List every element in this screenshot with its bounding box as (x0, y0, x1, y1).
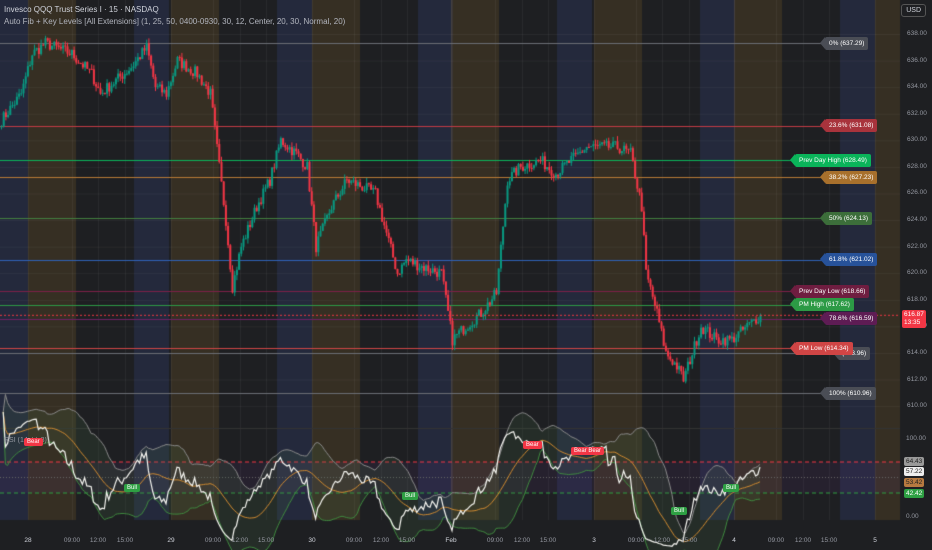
time-axis-tick: 09:00 (627, 537, 645, 544)
bar-countdown: 13:35 (904, 319, 921, 326)
time-axis-tick: 29 (167, 537, 175, 544)
level-label: 50% (624.13) (819, 211, 873, 225)
price-axis-tick: 632.00 (907, 109, 927, 117)
price-axis-tick: 636.00 (907, 56, 927, 64)
candlestick-chart[interactable] (0, 0, 932, 550)
bear-signal: Bear Bear (571, 447, 605, 455)
level-label: 0% (637.29) (819, 36, 869, 50)
time-axis-tick: 09:00 (767, 537, 785, 544)
level-label: 61.8% (621.02) (819, 253, 878, 267)
time-axis-tick: 30 (308, 537, 316, 544)
time-axis-tick: 15:00 (398, 537, 416, 544)
time-axis-tick: 12:00 (372, 537, 390, 544)
price-axis-tick: 626.00 (907, 189, 927, 197)
rsi-upper-value: 64.43 (904, 457, 925, 466)
level-label: 38.2% (627.23) (819, 170, 878, 184)
price-axis-tick: 624.00 (907, 216, 927, 224)
bear-signal: Bear (24, 438, 43, 446)
time-axis-tick: 12:00 (89, 537, 107, 544)
time-axis-tick: 15:00 (680, 537, 698, 544)
level-label: 78.6% (616.59) (819, 312, 878, 326)
time-axis-tick: 15:00 (539, 537, 557, 544)
rsi-tick-100: 100.00 (906, 435, 926, 442)
level-label: PM Low (614.34) (790, 341, 853, 355)
time-axis-tick: 3 (592, 537, 596, 544)
time-axis-tick: 12:00 (513, 537, 531, 544)
time-axis-tick: Feb (445, 537, 457, 544)
rsi-value: 57.22 (904, 467, 925, 476)
level-label: 23.6% (631.08) (819, 119, 878, 133)
current-price-tag: 616.87 13:35 (902, 310, 926, 328)
price-axis-tick: 638.00 (907, 30, 927, 37)
rsi-tick-0: 0.00 (906, 513, 919, 520)
price-axis-tick: 614.00 (907, 348, 927, 356)
time-axis-tick: 12:00 (231, 537, 249, 544)
time-axis-tick: 28 (24, 537, 32, 544)
bull-signal: Bull (723, 484, 740, 492)
price-axis-tick: 630.00 (907, 136, 927, 144)
bull-signal: Bull (671, 507, 688, 515)
time-axis-tick: 4 (732, 537, 736, 544)
currency-button[interactable]: USD (901, 4, 926, 17)
time-axis-tick: 15:00 (116, 537, 134, 544)
indicator-title[interactable]: Auto Fib + Key Levels [All Extensions] (… (4, 17, 345, 26)
level-label: Prev Day Low (618.66) (789, 284, 870, 298)
time-axis-tick: 5 (873, 537, 877, 544)
price-axis-tick: 634.00 (907, 83, 927, 91)
time-axis-tick: 09:00 (204, 537, 222, 544)
price-axis-tick: 610.00 (907, 402, 927, 410)
level-label: Prev Day High (628.49) (790, 153, 871, 167)
level-label: 100% (610.96) (820, 386, 876, 400)
price-axis-tick: 622.00 (907, 242, 927, 250)
time-axis-tick: 12:00 (653, 537, 671, 544)
time-axis-tick: 15:00 (257, 537, 275, 544)
bull-signal: Bull (124, 484, 141, 492)
level-label: PM High (617.62) (790, 298, 854, 312)
price-axis-tick: 612.00 (907, 375, 927, 383)
bear-signal: Bear (523, 441, 542, 449)
bull-signal: Bull (402, 492, 419, 500)
time-axis-tick: 09:00 (486, 537, 504, 544)
price-axis-tick: 618.00 (907, 295, 927, 303)
time-axis-tick: 09:00 (63, 537, 81, 544)
symbol-title: Invesco QQQ Trust Series I · 15 · NASDAQ (4, 5, 159, 14)
time-axis-tick: 12:00 (794, 537, 812, 544)
current-price: 616.87 (904, 311, 924, 318)
rsi-ma-value: 53.42 (904, 478, 925, 487)
time-axis-tick: 15:00 (820, 537, 838, 544)
rsi-lower-value: 42.42 (904, 489, 925, 498)
time-axis-tick: 09:00 (345, 537, 363, 544)
price-axis-tick: 620.00 (907, 269, 927, 277)
price-axis-tick: 628.00 (907, 162, 927, 170)
